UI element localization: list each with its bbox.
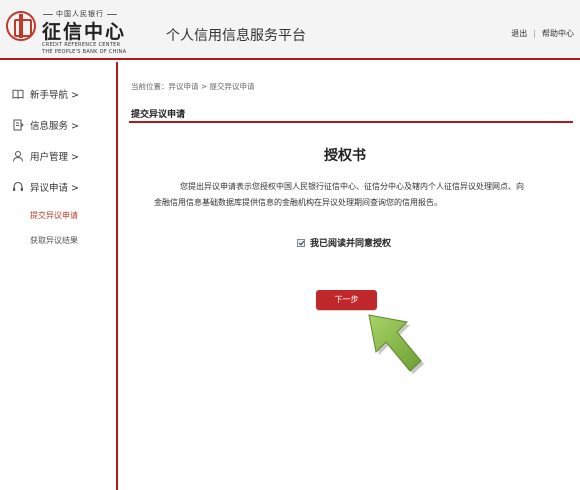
pointer-arrow-icon [355,305,427,385]
authorization-title: 授权书 [324,148,366,164]
sidebar-item-dispute-application[interactable]: 异议申请 > [12,179,79,195]
sidebar-subitem-submit-dispute[interactable]: 提交异议申请 [30,210,78,221]
authorization-text: 您提出异议申请表示您授权中国人民银行征信中心、征信分中心及辖内个人征信异议处理网… [154,182,524,207]
section-title: 提交异议申请 [131,110,186,120]
sidebar-item-label: 异议申请 > [30,183,79,194]
sidebar-item-label: 信息服务 > [30,121,79,132]
logo-main-text: 征信中心 [42,21,127,43]
agree-authorization[interactable]: 我已阅读并同意授权 [297,236,391,249]
help-center-link[interactable]: 帮助中心 [542,29,574,38]
logo-english-line2: THE PEOPLE'S BANK OF CHINA [42,49,127,55]
platform-title: 个人信用信息服务平台 [166,28,306,44]
sidebar-item-newbie-guide[interactable]: 新手导航 > [12,86,79,102]
sidebar-item-label: 新手导航 > [30,90,79,101]
sidebar: 新手导航 > 信息服务 > 用户管理 > 异议申请 > 提交异议申请 获取异议结… [0,62,118,490]
sidebar-subitem-get-dispute-result[interactable]: 获取异议结果 [30,235,78,246]
headset-icon [12,181,24,193]
header-links: 退出 | 帮助中心 [511,28,574,39]
section-divider [129,121,573,123]
user-icon [12,150,24,162]
logout-link[interactable]: 退出 [511,29,527,38]
header-separator: | [533,29,536,38]
header: 中国人民银行 征信中心 CREDIT REFERENCE CENTER THE … [0,0,580,60]
pbc-logo-icon [6,11,36,41]
agree-label: 我已阅读并同意授权 [310,239,392,249]
breadcrumb: 当前位置：异议申请 > 提交异议申请 [131,82,255,91]
book-icon [12,88,24,100]
sidebar-item-label: 用户管理 > [30,152,79,163]
sidebar-item-info-service[interactable]: 信息服务 > [12,117,79,133]
agree-checkbox[interactable] [297,238,305,247]
document-icon [12,119,24,131]
sidebar-item-user-management[interactable]: 用户管理 > [12,148,79,164]
logo-english-line1: CREDIT REFERENCE CENTER [42,42,121,48]
